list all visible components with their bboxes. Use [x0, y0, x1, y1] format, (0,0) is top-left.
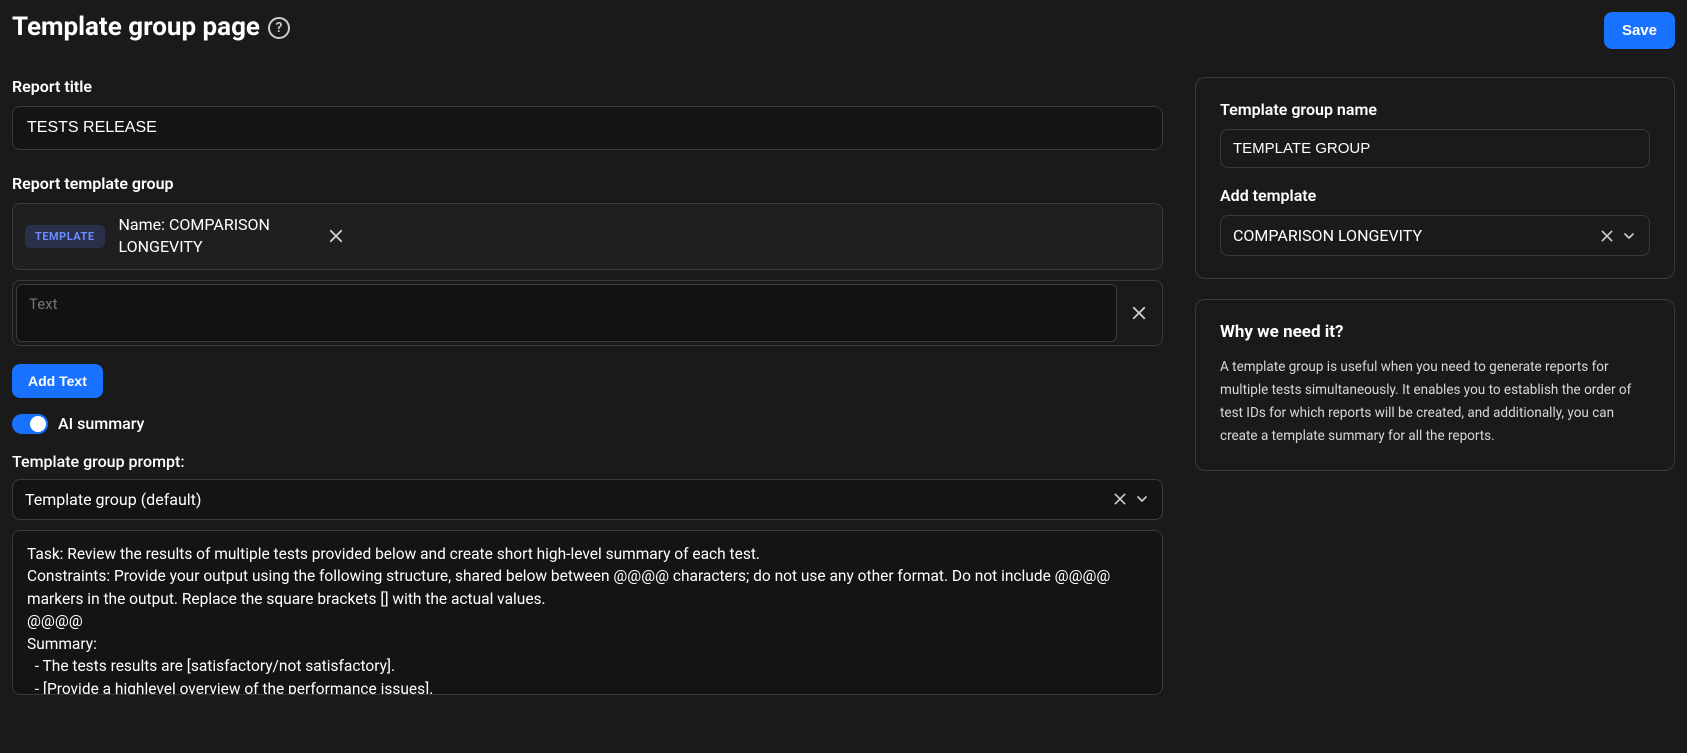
why-we-need-it-card: Why we need it? A template group is usef… — [1195, 299, 1675, 471]
text-block-row — [12, 280, 1163, 346]
ai-summary-toggle[interactable] — [12, 414, 48, 434]
report-title-input[interactable] — [12, 106, 1163, 150]
add-template-label: Add template — [1220, 186, 1650, 205]
help-icon[interactable]: ? — [268, 17, 290, 39]
prompt-preset-select[interactable]: Template group (default) — [12, 479, 1163, 520]
text-block-input[interactable] — [16, 284, 1117, 342]
report-template-group-label: Report template group — [12, 174, 1163, 193]
ai-summary-label: AI summary — [58, 414, 144, 433]
template-group-name-label: Template group name — [1220, 100, 1650, 119]
template-badge: TEMPLATE — [25, 225, 105, 248]
add-template-value: COMPARISON LONGEVITY — [1233, 226, 1599, 245]
add-text-button[interactable]: Add Text — [12, 364, 103, 398]
why-body: A template group is useful when you need… — [1220, 356, 1650, 448]
template-group-settings-card: Template group name Add template COMPARI… — [1195, 77, 1675, 279]
report-title-label: Report title — [12, 77, 1163, 96]
clear-icon[interactable] — [1599, 228, 1615, 244]
remove-template-button[interactable] — [323, 223, 349, 249]
save-button[interactable]: Save — [1604, 12, 1675, 49]
close-icon — [1130, 304, 1148, 322]
page-title: Template group page — [12, 12, 260, 43]
close-icon — [327, 227, 345, 245]
prompt-body-textarea[interactable] — [12, 530, 1163, 695]
chevron-down-icon[interactable] — [1134, 491, 1150, 507]
prompt-preset-value: Template group (default) — [25, 490, 1112, 509]
template-group-name-input[interactable] — [1220, 129, 1650, 168]
remove-text-button[interactable] — [1126, 300, 1152, 326]
clear-icon[interactable] — [1112, 491, 1128, 507]
chevron-down-icon[interactable] — [1621, 228, 1637, 244]
template-group-prompt-label: Template group prompt: — [12, 452, 1163, 471]
why-title: Why we need it? — [1220, 322, 1650, 342]
add-template-select[interactable]: COMPARISON LONGEVITY — [1220, 215, 1650, 256]
template-item: TEMPLATE Name: COMPARISON LONGEVITY — [12, 203, 1163, 270]
template-name-text: Name: COMPARISON LONGEVITY — [119, 214, 309, 259]
